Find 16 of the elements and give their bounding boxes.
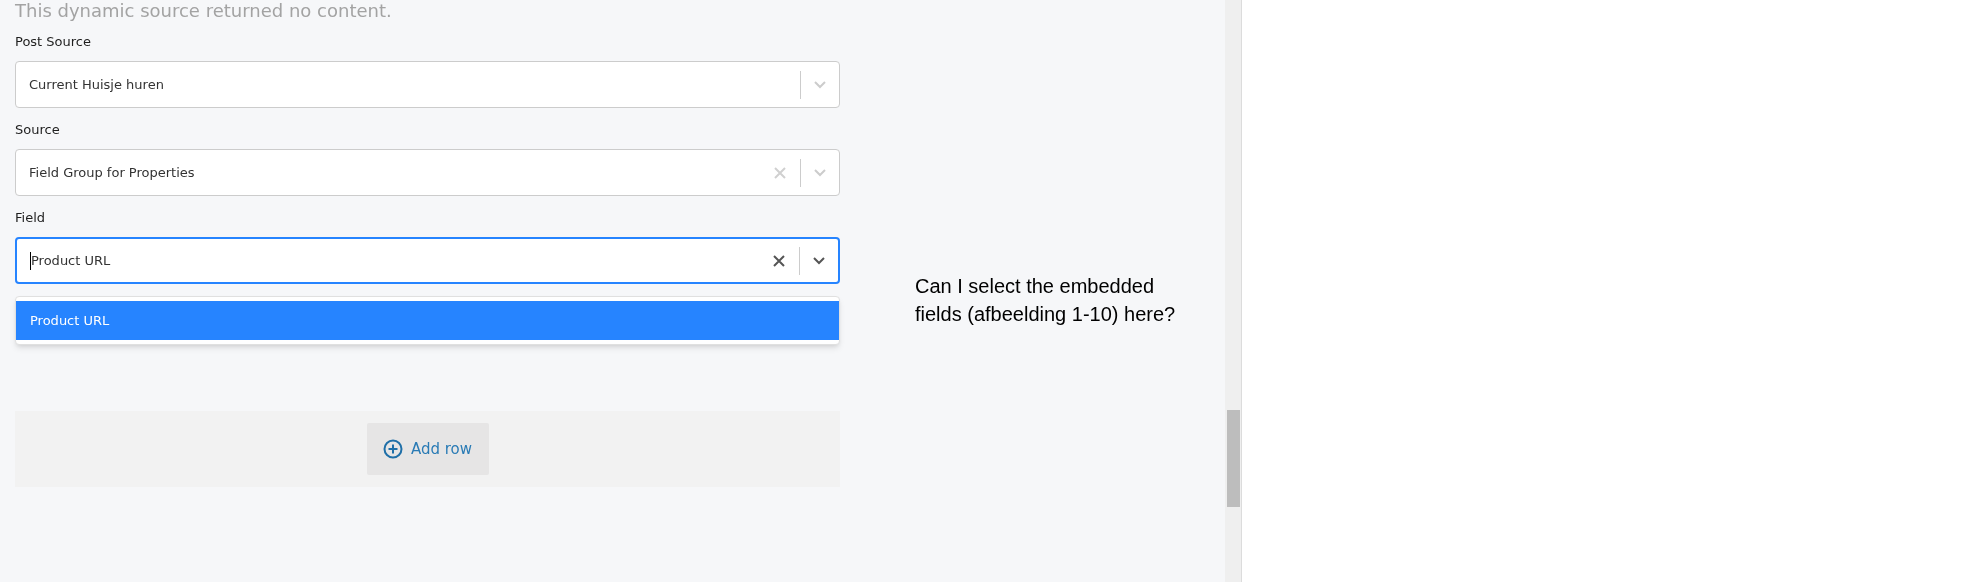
comment-text: Can I select the embedded fields (afbeelding 1-10) here? bbox=[915, 274, 1177, 327]
add-row-button[interactable]: Add row bbox=[366, 423, 489, 475]
field-label: Source bbox=[15, 122, 61, 138]
dropdown-option[interactable]: Product URL bbox=[16, 301, 839, 340]
select-field[interactable]: Current Huisje huren bbox=[15, 61, 840, 108]
select-value: Product URL bbox=[31, 251, 111, 270]
select-value: Field Group for Properties bbox=[29, 163, 195, 182]
clear-icon[interactable] bbox=[773, 254, 785, 267]
notice-text: This dynamic source returned no content. bbox=[15, 0, 393, 22]
chevron-down-icon[interactable] bbox=[812, 255, 826, 266]
scrollbar-thumb[interactable] bbox=[1227, 410, 1240, 507]
field-label: Post Source bbox=[15, 34, 92, 50]
field-label: Field bbox=[15, 210, 46, 226]
select-value: Current Huisje huren bbox=[29, 75, 164, 94]
plus-circle-icon bbox=[382, 439, 403, 459]
select-field[interactable]: Product URL bbox=[15, 237, 840, 284]
